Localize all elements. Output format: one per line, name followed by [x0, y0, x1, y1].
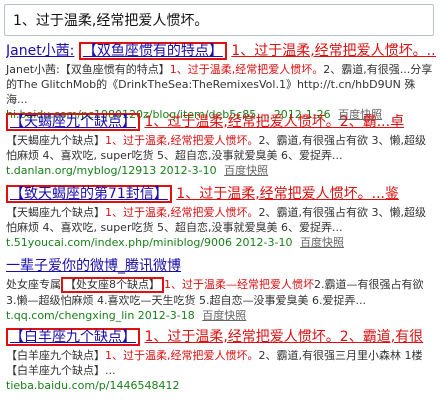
result-title-boxed[interactable]: 【致天蝎座的第71封信】 — [6, 185, 172, 203]
result-title[interactable]: 一辈子爱你的微博_腾讯微博 — [6, 257, 436, 275]
result-url: t.51youcai.com/index.php/miniblog/9006 2… — [6, 236, 436, 250]
snippet-highlight: 1、过于温柔,经常把爱人惯坏。 — [105, 134, 259, 147]
search-result: 一辈子爱你的微博_腾讯微博 处女座专属 【处女座8个缺点】 1、过于温柔—经常把爱人… — [6, 257, 436, 323]
result-title-boxed[interactable]: 【双鱼座惯有的特点】 — [78, 42, 227, 60]
result-snippet: 【天蝎座九个缺点】1、过于温柔,经常把爱人惯坏。2、霸道,有很强占有欲 3、懒,… — [6, 133, 436, 163]
result-title-highlight[interactable]: 1、过于温柔,经常把爱人惯坏。...鉴 — [176, 186, 399, 202]
search-result: 【白羊座九个缺点】 1、过于温柔,经常把爱人惯坏。2、霸道,有很 【白羊座九个缺… — [6, 328, 436, 393]
result-url-text: t.qq.com/chengxing_lin 2012-3-18 — [6, 309, 195, 322]
search-result: 【天蝎座九个缺点】 1、过于温柔,经常把爱人惯坏。2、霸...卓 【天蝎座九个缺… — [6, 113, 436, 178]
result-url-text: t.danlan.org/myblog/12913 2012-3-10 — [6, 164, 217, 177]
result-title-highlight[interactable]: 1、过于温柔,经常把爱人惯坏。2、霸道,有很 — [144, 329, 423, 345]
search-result: 【致天蝎座的第71封信】 1、过于温柔,经常把爱人惯坏。...鉴 【天蝎座九个缺… — [6, 185, 436, 250]
snippet-text: 处女座专属 — [6, 278, 61, 291]
snippet-text: 【白羊座九个缺点】 — [6, 349, 105, 362]
cache-link[interactable]: 百度快照 — [224, 164, 268, 177]
snippet-text: 【天蝎座九个缺点】 — [6, 206, 105, 219]
cache-link[interactable]: 百度快照 — [202, 309, 246, 322]
snippet-highlight: 1、过于温柔,经常把爱人惯坏。 — [105, 349, 259, 362]
snippet-text: Janet小茜:【双鱼座惯有的特点】 — [6, 63, 170, 76]
result-title-prefix[interactable]: Janet小茜: — [6, 43, 74, 59]
result-snippet: Janet小茜:【双鱼座惯有的特点】1、过于温柔,经常把爱人惯坏。2、霸道,有很… — [6, 62, 436, 107]
result-title-boxed[interactable]: 【天蝎座九个缺点】 — [6, 113, 140, 131]
search-input[interactable]: 1、过于温柔,经常把爱人惯坏。 — [4, 4, 434, 36]
snippet-boxed: 【处女座8个缺点】 — [61, 277, 164, 293]
result-snippet: 处女座专属 【处女座8个缺点】 1、过于温柔—经常把爱人惯坏2.霸道—有很强占有欲 … — [6, 277, 436, 308]
result-title[interactable]: 【天蝎座九个缺点】 1、过于温柔,经常把爱人惯坏。2、霸...卓 — [6, 113, 436, 131]
result-title-text[interactable]: 一辈子爱你的微博_腾讯微博 — [6, 258, 181, 274]
search-result: Janet小茜: 【双鱼座惯有的特点】 1、过于温柔,经常把爱人惯坏。... J… — [6, 42, 436, 122]
snippet-text: 【天蝎座九个缺点】 — [6, 134, 105, 147]
cache-link[interactable]: 百度快照 — [300, 236, 344, 249]
result-title[interactable]: Janet小茜: 【双鱼座惯有的特点】 1、过于温柔,经常把爱人惯坏。... — [6, 42, 436, 60]
result-title[interactable]: 【致天蝎座的第71封信】 1、过于温柔,经常把爱人惯坏。...鉴 — [6, 185, 436, 203]
snippet-highlight: 1、过于温柔—经常把爱人惯坏 — [164, 278, 314, 291]
snippet-highlight: 1、过于温柔,经常把爱人惯坏。 — [105, 206, 259, 219]
search-query-text: 1、过于温柔,经常把爱人惯坏。 — [13, 13, 209, 29]
result-title-highlight[interactable]: 1、过于温柔,经常把爱人惯坏。... — [231, 43, 436, 59]
result-snippet: 【天蝎座九个缺点】1、过于温柔,经常把爱人惯坏。2、霸道,有很强占有欲 3、懒,… — [6, 205, 436, 235]
result-url-text: t.51youcai.com/index.php/miniblog/9006 2… — [6, 236, 293, 249]
result-url: tieba.baidu.com/p/1446548412 — [6, 379, 436, 393]
result-title[interactable]: 【白羊座九个缺点】 1、过于温柔,经常把爱人惯坏。2、霸道,有很 — [6, 328, 436, 346]
result-title-highlight[interactable]: 1、过于温柔,经常把爱人惯坏。2、霸...卓 — [144, 114, 404, 130]
result-url: t.qq.com/chengxing_lin 2012-3-18 百度快照 — [6, 309, 436, 323]
result-snippet: 【白羊座九个缺点】1、过于温柔,经常把爱人惯坏。2、霸道,有很强三月里小森林 1… — [6, 348, 436, 378]
search-results-screenshot: 1、过于温柔,经常把爱人惯坏。 Janet小茜: 【双鱼座惯有的特点】 1、过于… — [0, 0, 440, 407]
result-title-boxed[interactable]: 【白羊座九个缺点】 — [6, 328, 140, 346]
result-url: t.danlan.org/myblog/12913 2012-3-10 百度快照 — [6, 164, 436, 178]
result-url-text: tieba.baidu.com/p/1446548412 — [6, 379, 180, 392]
snippet-highlight: 1、过于温柔,经常把爱人惯坏。 — [169, 63, 324, 76]
